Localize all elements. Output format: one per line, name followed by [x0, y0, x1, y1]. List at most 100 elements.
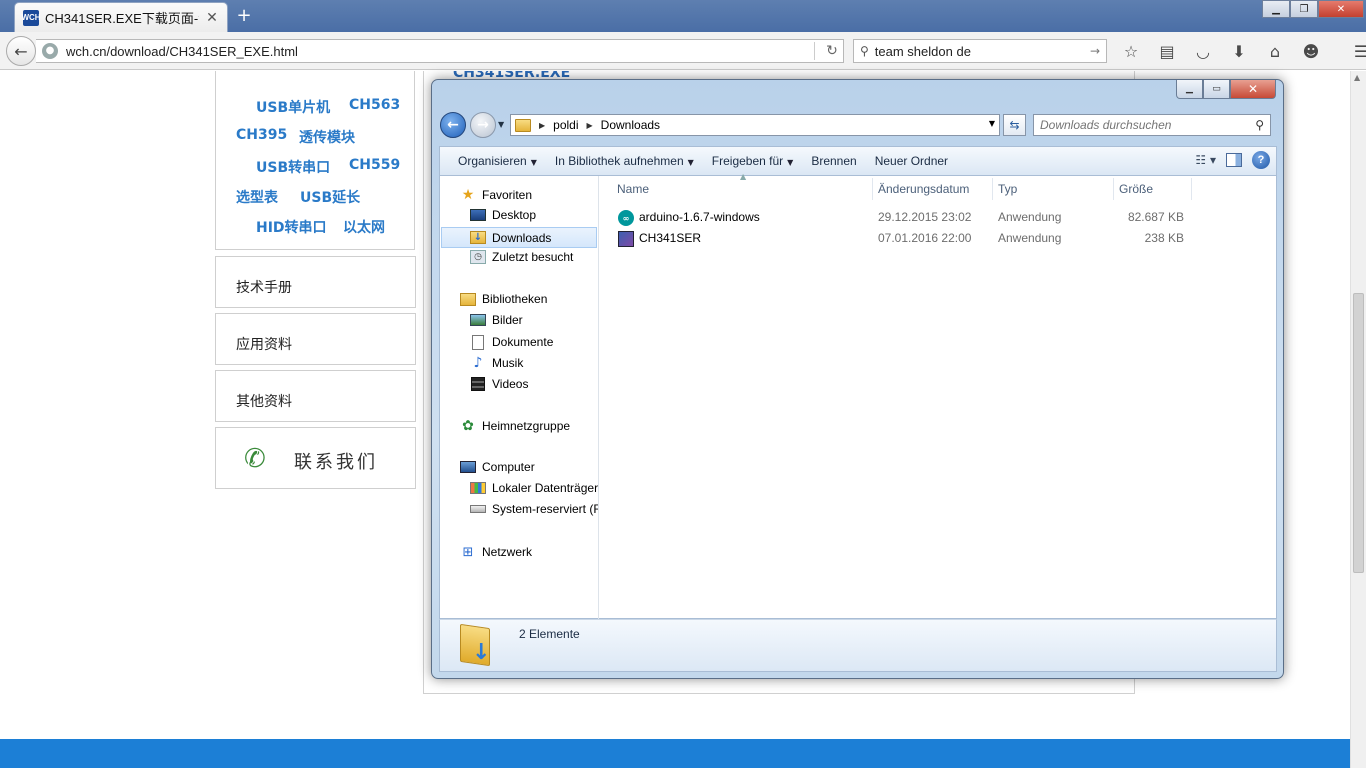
new-folder-button[interactable]: Neuer Ordner: [866, 154, 957, 168]
explorer-search-box[interactable]: ⚲: [1033, 114, 1271, 136]
browser-search-bar[interactable]: ⚲ team sheldon de →: [853, 39, 1107, 63]
help-icon[interactable]: ?: [1252, 151, 1270, 169]
product-link[interactable]: USB转串口: [256, 157, 330, 177]
explorer-forward-button[interactable]: →: [470, 112, 496, 138]
nav-pictures[interactable]: Bilder: [470, 313, 523, 327]
nav-downloads[interactable]: ↓ Downloads: [441, 227, 597, 248]
file-row[interactable]: CH341SER 07.01.2016 22:00 Anwendung 238 …: [600, 228, 1277, 248]
download-icon[interactable]: ⬇: [1224, 39, 1254, 63]
product-link[interactable]: CH395: [236, 127, 287, 143]
browser-minimize-button[interactable]: ▁: [1262, 0, 1290, 18]
videos-icon: [470, 376, 486, 392]
reload-icon[interactable]: ↻: [821, 43, 843, 59]
browser-restore-button[interactable]: ❐: [1290, 0, 1318, 18]
nav-computer[interactable]: Computer: [460, 460, 535, 474]
explorer-close-button[interactable]: ✕: [1230, 80, 1276, 99]
product-link[interactable]: CH559: [349, 157, 400, 173]
column-header-type[interactable]: Typ: [998, 180, 1017, 198]
breadcrumb-item[interactable]: poldi: [553, 118, 578, 132]
explorer-minimize-button[interactable]: ▁: [1176, 80, 1203, 99]
column-header-size[interactable]: Größe: [1119, 180, 1153, 198]
column-header-date[interactable]: Änderungsdatum: [878, 180, 969, 198]
homegroup-icon: ✿: [462, 418, 474, 434]
product-link[interactable]: 透传模块: [299, 127, 355, 147]
nav-label: Bilder: [492, 313, 523, 327]
nav-label: Downloads: [492, 230, 552, 245]
url-bar[interactable]: ● wch.cn/download/CH341SER_EXE.html ↻: [36, 39, 844, 63]
browser-back-button[interactable]: ←: [6, 36, 36, 66]
explorer-window-controls: ▁ ▭ ✕: [1176, 80, 1276, 99]
file-row[interactable]: ∞ arduino-1.6.7-windows 29.12.2015 23:02…: [600, 207, 1277, 227]
nav-music[interactable]: ♪ Musik: [470, 355, 524, 371]
column-separator[interactable]: [1191, 178, 1192, 200]
explorer-back-button[interactable]: ←: [440, 112, 466, 138]
burn-button[interactable]: Brennen: [802, 154, 865, 168]
browser-close-button[interactable]: ✕: [1318, 0, 1364, 18]
nav-recent[interactable]: ◷ Zuletzt besucht: [470, 250, 573, 264]
address-dropdown-icon[interactable]: ▼: [989, 119, 995, 128]
nav-system-reserved[interactable]: System-reserviert (F:: [470, 502, 598, 516]
scroll-thumb[interactable]: [1353, 293, 1364, 573]
product-link[interactable]: USB单片机: [256, 97, 330, 117]
organize-button[interactable]: Organisieren ▼: [449, 154, 546, 168]
new-tab-button[interactable]: +: [234, 6, 254, 26]
nav-local-disk[interactable]: Lokaler Datenträger: [470, 481, 598, 495]
menu-icon[interactable]: ☰: [1346, 39, 1366, 63]
caret-down-icon: ▼: [787, 158, 794, 167]
chat-icon[interactable]: ☻: [1296, 39, 1326, 63]
file-size: 238 KB: [1144, 231, 1184, 245]
explorer-body: ★ Favoriten Desktop ↓ Downloads ◷ Zuletzt b…: [439, 172, 1277, 619]
contact-box[interactable]: ✆ 联系我们: [215, 427, 416, 489]
nav-videos[interactable]: Videos: [470, 376, 528, 392]
share-button[interactable]: Freigeben für ▼: [703, 154, 803, 168]
view-options-icon[interactable]: ☷ ▾: [1195, 153, 1216, 167]
page-scrollbar[interactable]: ▲: [1350, 71, 1366, 768]
nav-desktop[interactable]: Desktop: [470, 208, 536, 222]
side-item-other[interactable]: 其他资料: [215, 370, 416, 422]
column-separator[interactable]: [1113, 178, 1114, 200]
explorer-maximize-button[interactable]: ▭: [1203, 80, 1230, 99]
explorer-address-bar[interactable]: ▶ poldi ▶ Downloads ▼: [510, 114, 1000, 136]
bookmark-star-icon[interactable]: ☆: [1116, 39, 1146, 63]
search-go-icon[interactable]: →: [1090, 44, 1100, 58]
tab-close-icon[interactable]: ✕: [205, 10, 219, 26]
reading-list-icon[interactable]: ▤: [1152, 39, 1182, 63]
nav-label: Lokaler Datenträger: [492, 481, 599, 495]
file-date: 29.12.2015 23:02: [878, 210, 972, 224]
file-type: Anwendung: [998, 210, 1062, 224]
product-link[interactable]: 选型表: [236, 187, 278, 207]
home-icon[interactable]: ⌂: [1260, 39, 1290, 63]
nav-network[interactable]: ⊞ Netzwerk: [460, 544, 532, 560]
nav-homegroup[interactable]: ✿ Heimnetzgruppe: [460, 418, 570, 434]
history-dropdown-icon[interactable]: ▼: [498, 120, 504, 129]
recent-places-icon: ◷: [470, 250, 486, 264]
search-icon[interactable]: ⚲: [1255, 118, 1264, 132]
side-item-application[interactable]: 应用资料: [215, 313, 416, 365]
breadcrumb-arrow-icon[interactable]: ▶: [539, 121, 545, 130]
column-separator[interactable]: [872, 178, 873, 200]
nav-libraries[interactable]: Bibliotheken: [460, 292, 547, 306]
nav-favorites[interactable]: ★ Favoriten: [460, 187, 532, 203]
column-header-name[interactable]: Name: [617, 180, 649, 198]
explorer-status-bar: ↓ 2 Elemente: [439, 619, 1277, 672]
explorer-refresh-button[interactable]: ⇆: [1003, 114, 1026, 136]
breadcrumb-arrow-icon[interactable]: ▶: [587, 121, 593, 130]
explorer-search-input[interactable]: [1040, 118, 1256, 132]
explorer-window: ▁ ▭ ✕ ← → ▼ ▶ poldi ▶ Downloads ▼ ⇆ ⚲ Or…: [431, 79, 1284, 679]
scroll-up-icon[interactable]: ▲: [1354, 73, 1360, 82]
product-link[interactable]: CH563: [349, 97, 400, 113]
preview-pane-icon[interactable]: [1226, 153, 1242, 167]
side-item-manual[interactable]: 技术手册: [215, 256, 416, 308]
tab-title: CH341SER.EXE下载页面-江...: [45, 11, 199, 26]
product-link[interactable]: 以太网: [343, 217, 385, 237]
pocket-icon[interactable]: ◡: [1188, 39, 1218, 63]
nav-label: Heimnetzgruppe: [482, 419, 571, 433]
include-library-button[interactable]: In Bibliothek aufnehmen ▼: [546, 154, 703, 168]
nav-documents[interactable]: Dokumente: [470, 334, 553, 350]
column-separator[interactable]: [992, 178, 993, 200]
browser-tab[interactable]: WCH CH341SER.EXE下载页面-江... ✕: [14, 2, 228, 32]
product-link[interactable]: USB延长: [300, 187, 360, 207]
product-link[interactable]: HID转串口: [256, 217, 327, 237]
breadcrumb-item[interactable]: Downloads: [601, 118, 660, 132]
include-library-label: In Bibliothek aufnehmen: [554, 154, 684, 168]
